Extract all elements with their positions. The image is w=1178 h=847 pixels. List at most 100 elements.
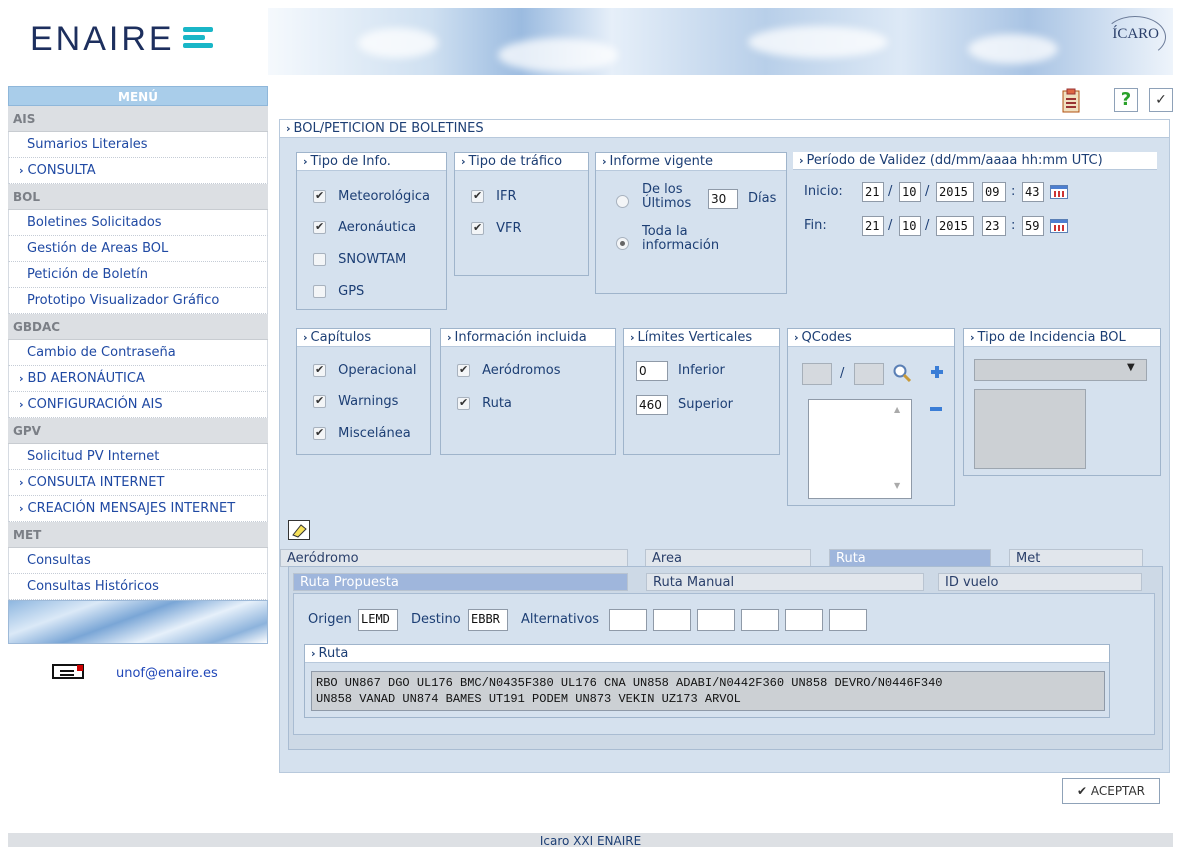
menu-item-consultas-historicos[interactable]: Consultas Históricos <box>8 574 268 600</box>
tab-ruta[interactable]: Ruta <box>829 549 991 567</box>
menu-item-sumarios-literales[interactable]: Sumarios Literales <box>8 132 268 158</box>
tab-aerodromo[interactable]: Aeródromo <box>280 549 628 567</box>
inicio-day-input[interactable]: 21 <box>862 182 884 202</box>
menu-item-configuracion-ais[interactable]: CONFIGURACIÓN AIS <box>8 392 268 418</box>
incidencia-title: Tipo de Incidencia BOL <box>964 329 1160 347</box>
aerodromos-checkbox[interactable] <box>457 363 470 377</box>
incidencia-list[interactable] <box>974 389 1086 469</box>
tipo-trafico-title: Tipo de tráfico <box>455 153 588 171</box>
fin-hour-input[interactable]: 23 <box>982 216 1006 236</box>
miscelanea-checkbox[interactable] <box>313 426 326 440</box>
operacional-label: Operacional <box>338 363 417 378</box>
menu-item-solicitud-pv[interactable]: Solicitud PV Internet <box>8 444 268 470</box>
scroll-down-icon[interactable]: ▼ <box>894 481 900 490</box>
email-link[interactable]: unof@enaire.es <box>116 666 218 681</box>
meteorologica-checkbox[interactable] <box>313 189 326 203</box>
ruta-line-2: UN858 VANAD UN874 BAMES UT191 PODEM UN87… <box>316 692 741 706</box>
tab-met[interactable]: Met <box>1009 549 1143 567</box>
ifr-label: IFR <box>496 189 517 204</box>
fin-month-input[interactable]: 10 <box>899 216 921 236</box>
toda-informacion-radio[interactable] <box>616 237 629 250</box>
inicio-hour-input[interactable]: 09 <box>982 182 1006 202</box>
alternativo-6-input[interactable] <box>829 609 867 631</box>
menu-item-consulta-internet[interactable]: CONSULTA INTERNET <box>8 470 268 496</box>
mail-icon <box>52 664 84 679</box>
alternativo-4-input[interactable] <box>741 609 779 631</box>
ifr-checkbox[interactable] <box>471 189 484 203</box>
qcode-1-input[interactable] <box>802 363 832 385</box>
tipo-info-title: Tipo de Info. <box>297 153 446 171</box>
report-icon[interactable] <box>1060 88 1082 114</box>
remove-icon[interactable] <box>930 407 942 411</box>
tab-ruta-manual[interactable]: Ruta Manual <box>646 573 924 591</box>
eraser-icon[interactable] <box>288 520 310 540</box>
menu-item-cambio-contrasena[interactable]: Cambio de Contraseña <box>8 340 268 366</box>
ruta-propuesta-form: Origen LEMD Destino EBBR Alternativos Ru… <box>293 593 1155 735</box>
incidencia-select[interactable] <box>974 359 1147 381</box>
fin-minute-input[interactable]: 59 <box>1022 216 1044 236</box>
inicio-month-input[interactable]: 10 <box>899 182 921 202</box>
menu-item-consultas[interactable]: Consultas <box>8 548 268 574</box>
check-button[interactable]: ✓ <box>1149 88 1173 112</box>
colon-sep: : <box>1011 184 1016 199</box>
informacion-incluida-box: Información incluida Aeródromos Ruta <box>440 328 616 455</box>
capitulos-box: Capítulos Operacional Warnings Misceláne… <box>296 328 431 455</box>
inicio-calendar-icon[interactable] <box>1050 185 1068 199</box>
alternativo-5-input[interactable] <box>785 609 823 631</box>
slash-sep: / <box>888 184 893 199</box>
add-icon[interactable] <box>930 365 944 379</box>
alternativo-3-input[interactable] <box>697 609 735 631</box>
menu-section-gpv: GPV <box>8 418 268 444</box>
menu-item-consulta[interactable]: CONSULTA <box>8 158 268 184</box>
qcode-2-input[interactable] <box>854 363 884 385</box>
menu-item-peticion-boletin[interactable]: Petición de Boletín <box>8 262 268 288</box>
chevron-down-icon[interactable]: ▼ <box>1127 362 1135 373</box>
scroll-up-icon[interactable]: ▲ <box>894 405 900 414</box>
aceptar-button[interactable]: ✔ ACEPTAR <box>1062 778 1160 804</box>
tab-area[interactable]: Area <box>645 549 811 567</box>
qcodes-title: QCodes <box>788 329 954 347</box>
tipo-trafico-box: Tipo de tráfico IFR VFR <box>454 152 589 276</box>
inicio-label: Inicio: <box>804 184 843 199</box>
menu-item-prototipo-visualizador[interactable]: Prototipo Visualizador Gráfico <box>8 288 268 314</box>
inicio-minute-input[interactable]: 43 <box>1022 182 1044 202</box>
footer: Icaro XXI ENAIRE <box>8 833 1173 847</box>
inicio-year-input[interactable]: 2015 <box>936 182 974 202</box>
alternativo-2-input[interactable] <box>653 609 691 631</box>
icaro-logo: ÍCARO <box>1104 16 1167 58</box>
menu-item-gestion-areas-bol[interactable]: Gestión de Areas BOL <box>8 236 268 262</box>
qcode-sep: / <box>840 366 845 381</box>
inferior-input[interactable]: 0 <box>636 361 668 381</box>
ultimos-dias-radio[interactable] <box>616 195 629 208</box>
dias-input[interactable]: 30 <box>708 189 738 209</box>
gps-checkbox[interactable] <box>313 285 326 298</box>
meteorologica-label: Meteorológica <box>338 189 430 204</box>
aeronautica-checkbox[interactable] <box>313 220 326 234</box>
superior-input[interactable]: 460 <box>636 395 668 415</box>
menu-item-bd-aeronautica[interactable]: BD AERONÁUTICA <box>8 366 268 392</box>
ruta-panel: Ruta Propuesta Ruta Manual ID vuelo Orig… <box>288 566 1163 750</box>
operacional-checkbox[interactable] <box>313 363 326 377</box>
fin-calendar-icon[interactable] <box>1050 219 1068 233</box>
snowtam-checkbox[interactable] <box>313 253 326 266</box>
menu-item-creacion-mensajes[interactable]: CREACIÓN MENSAJES INTERNET <box>8 496 268 522</box>
fin-day-input[interactable]: 21 <box>862 216 884 236</box>
fin-year-input[interactable]: 2015 <box>936 216 974 236</box>
ruta-text[interactable]: RBO UN867 DGO UL176 BMC/N0435F380 UL176 … <box>311 671 1105 711</box>
aerodromos-label: Aeródromos <box>482 363 561 378</box>
main-panel: BOL/PETICION DE BOLETINES Tipo de Info. … <box>279 119 1170 773</box>
help-button[interactable]: ? <box>1114 88 1138 112</box>
tab-ruta-propuesta[interactable]: Ruta Propuesta <box>293 573 628 591</box>
informacion-incluida-title: Información incluida <box>441 329 615 347</box>
alternativo-1-input[interactable] <box>609 609 647 631</box>
origen-input[interactable]: LEMD <box>358 609 398 631</box>
warnings-checkbox[interactable] <box>313 394 326 408</box>
search-icon[interactable] <box>892 363 912 383</box>
ruta-checkbox[interactable] <box>457 396 470 410</box>
menu-item-boletines-solicitados[interactable]: Boletines Solicitados <box>8 210 268 236</box>
destino-input[interactable]: EBBR <box>468 609 508 631</box>
header-banner: ÍCARO <box>268 8 1173 75</box>
tab-id-vuelo[interactable]: ID vuelo <box>938 573 1142 591</box>
capitulos-title: Capítulos <box>297 329 430 347</box>
vfr-checkbox[interactable] <box>471 221 484 235</box>
